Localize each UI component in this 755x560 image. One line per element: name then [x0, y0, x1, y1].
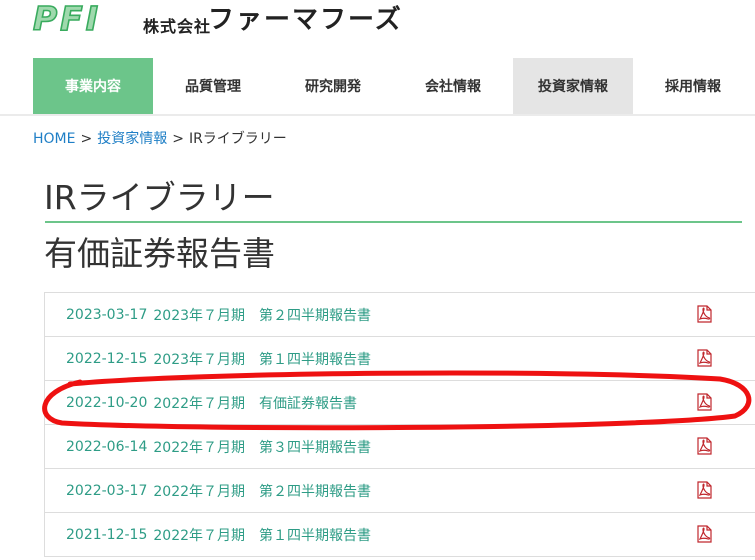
report-row: 2022-12-15 2023年７月期 第１四半期報告書 — [45, 337, 755, 381]
pdf-icon[interactable] — [696, 481, 712, 499]
company-name: ファーマフーズ — [208, 5, 403, 35]
breadcrumb-investors-link[interactable]: 投資家情報 — [97, 131, 167, 147]
report-link[interactable]: 2022-10-20 2022年７月期 有価証券報告書 — [66, 381, 357, 424]
report-row: 2021-12-15 2022年７月期 第１四半期報告書 — [45, 513, 755, 557]
report-date: 2022-12-15 — [66, 350, 148, 367]
nav-item-company[interactable]: 会社情報 — [393, 58, 513, 114]
global-nav: 事業内容 品質管理 研究開発 会社情報 投資家情報 採用情報 — [33, 58, 753, 114]
report-title: 2022年７月期 第３四半期報告書 — [153, 439, 372, 456]
report-row: 2022-06-14 2022年７月期 第３四半期報告書 — [45, 425, 755, 469]
section-title: 有価証券報告書 — [44, 234, 275, 273]
breadcrumb-current: IRライブラリー — [188, 131, 287, 147]
site-logo-link[interactable]: PFI 株式会社 ファーマフーズ — [0, 0, 420, 44]
pdf-icon[interactable] — [696, 393, 712, 411]
company-prefix: 株式会社 — [143, 17, 212, 36]
breadcrumb: HOME > 投資家情報 > IRライブラリー — [33, 129, 287, 149]
page-title-underline — [45, 221, 742, 223]
report-date: 2022-03-17 — [66, 482, 148, 499]
report-date: 2021-12-15 — [66, 526, 148, 543]
page-title: IRライブラリー — [44, 178, 275, 217]
nav-item-recruit[interactable]: 採用情報 — [633, 58, 753, 114]
breadcrumb-separator: > — [172, 131, 184, 147]
report-row: 2022-10-20 2022年７月期 有価証券報告書 — [45, 381, 755, 425]
logo-text: PFI — [33, 0, 101, 38]
report-link[interactable]: 2023-03-17 2023年７月期 第２四半期報告書 — [66, 293, 371, 336]
report-title: 2023年７月期 第２四半期報告書 — [153, 307, 372, 324]
breadcrumb-separator: > — [80, 131, 93, 147]
nav-item-investors[interactable]: 投資家情報 — [513, 58, 633, 114]
report-link[interactable]: 2022-03-17 2022年７月期 第２四半期報告書 — [66, 469, 371, 512]
report-date: 2023-03-17 — [66, 306, 148, 323]
report-link[interactable]: 2021-12-15 2022年７月期 第１四半期報告書 — [66, 513, 371, 556]
pdf-icon[interactable] — [696, 525, 712, 543]
report-date: 2022-10-20 — [66, 394, 148, 411]
pdf-icon[interactable] — [696, 437, 712, 455]
breadcrumb-home-link[interactable]: HOME — [33, 131, 75, 147]
report-list: 2023-03-17 2023年７月期 第２四半期報告書 2022-12-15 20… — [44, 292, 755, 557]
report-link[interactable]: 2022-12-15 2023年７月期 第１四半期報告書 — [66, 337, 371, 380]
report-row: 2023-03-17 2023年７月期 第２四半期報告書 — [45, 293, 755, 337]
nav-item-business[interactable]: 事業内容 — [33, 58, 153, 114]
nav-item-quality[interactable]: 品質管理 — [153, 58, 273, 114]
pdf-icon[interactable] — [696, 305, 712, 323]
report-title: 2023年７月期 第１四半期報告書 — [153, 351, 372, 368]
report-title: 2022年７月期 第１四半期報告書 — [153, 527, 372, 544]
report-date: 2022-06-14 — [66, 438, 148, 455]
pdf-icon[interactable] — [696, 349, 712, 367]
report-title: 2022年７月期 有価証券報告書 — [153, 395, 358, 412]
pfi-logo: PFI — [32, 0, 101, 38]
report-row: 2022-03-17 2022年７月期 第２四半期報告書 — [45, 469, 755, 513]
nav-divider — [0, 114, 755, 116]
report-title: 2022年７月期 第２四半期報告書 — [153, 483, 372, 500]
nav-item-research[interactable]: 研究開発 — [273, 58, 393, 114]
report-link[interactable]: 2022-06-14 2022年７月期 第３四半期報告書 — [66, 425, 371, 468]
